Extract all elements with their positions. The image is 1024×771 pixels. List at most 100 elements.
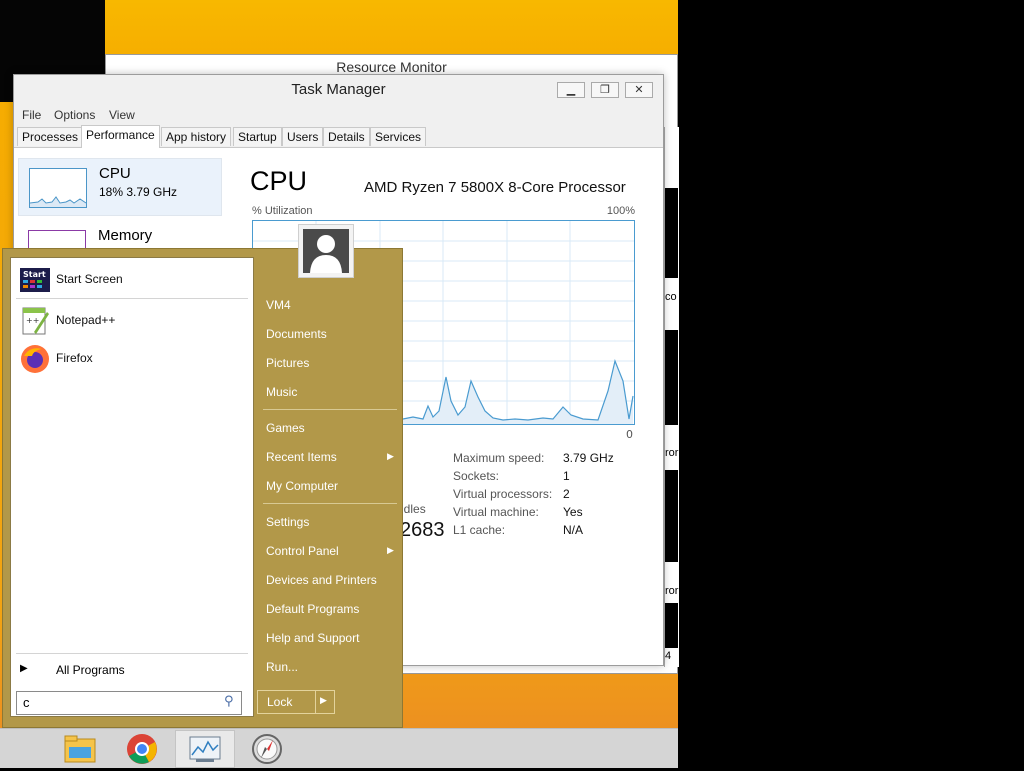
cpu-mini-graph [29,168,87,208]
start-item-label: Notepad++ [56,313,116,327]
link-pictures[interactable]: Pictures [266,356,309,370]
resource-monitor-icon [189,736,221,762]
link-default-programs[interactable]: Default Programs [266,602,359,616]
perf-item-cpu[interactable]: CPU 18% 3.79 GHz [18,158,222,216]
close-button[interactable]: ✕ [625,82,653,98]
start-item-firefox[interactable]: Firefox [16,342,248,376]
submenu-arrow-icon: ▶ [387,546,394,556]
menu-options[interactable]: Options [54,105,95,125]
perf-item-name: Memory [98,227,153,244]
link-control-panel[interactable]: Control Panel [266,544,339,558]
stat-value: 2 [563,487,570,501]
start-item-label: Firefox [56,351,93,365]
user-avatar[interactable] [298,224,354,278]
resource-monitor-graph-strip [665,188,678,278]
start-item-notepadpp[interactable]: ++ Notepad++ [16,304,248,338]
start-item-label: Start Screen [56,272,123,286]
start-menu-programs-pane: Start Start Screen ++ Notepad++ Firefox … [10,257,254,717]
resource-monitor-side-text: co [665,291,677,303]
stat-value: 1 [563,469,570,483]
taskbar-compass-app[interactable] [237,730,297,768]
start-menu: Start Start Screen ++ Notepad++ Firefox … [2,248,403,728]
chrome-icon [127,734,157,764]
cpu-model-name: AMD Ryzen 7 5800X 8-Core Processor [364,179,626,196]
link-run[interactable]: Run... [266,660,298,674]
menu-bar: File Options View [14,105,663,125]
taskbar [0,728,678,768]
stat-label: Sockets: [453,469,500,483]
lock-label: Lock [267,695,293,709]
stat-value: Yes [563,505,583,519]
all-programs-label: All Programs [56,663,125,677]
user-avatar-icon [303,229,349,273]
start-item-start-screen[interactable]: Start Start Screen [16,263,248,297]
lock-button[interactable]: Lock ▶ [257,690,335,714]
link-vm4[interactable]: VM4 [266,298,291,312]
resource-monitor-graph-strip [665,330,678,425]
graph-min-label: 0 [626,428,633,441]
submenu-arrow-icon: ▶ [387,452,394,462]
link-my-computer[interactable]: My Computer [266,479,338,493]
handles-value: 2683 [400,519,445,541]
link-music[interactable]: Music [266,385,297,399]
tab-bar: Processes Performance App history Startu… [14,125,663,148]
tab-app-history[interactable]: App history [161,127,232,146]
maximize-icon: ❐ [600,83,610,96]
resource-monitor-title: Resource Monitor [336,59,447,75]
stat-label: L1 cache: [453,523,506,537]
divider [263,409,397,410]
tab-services[interactable]: Services [370,127,427,146]
resource-monitor-side-text: 4 [665,650,672,662]
title-bar[interactable]: Task Manager ▁ ❐ ✕ [14,75,663,105]
taskbar-resource-monitor[interactable] [175,730,235,768]
resource-monitor-graph-strip [665,470,678,562]
tab-details[interactable]: Details [323,127,370,146]
close-icon: ✕ [634,83,644,96]
taskbar-file-explorer[interactable] [50,730,110,768]
stat-value: 3.79 GHz [563,451,614,465]
firefox-icon [20,344,50,374]
stat-label: Virtual processors: [453,487,553,501]
stat-label: Virtual machine: [453,505,539,519]
utilization-max-label: 100% [606,205,635,217]
divider [263,503,397,504]
link-documents[interactable]: Documents [266,327,327,341]
utilization-label: % Utilization [252,205,313,217]
resource-monitor-side-text: ror [665,447,679,459]
stat-value: N/A [563,523,584,537]
divider [315,691,316,713]
tab-performance[interactable]: Performance [81,125,160,148]
link-recent-items[interactable]: Recent Items [266,450,337,464]
maximize-button[interactable]: ❐ [591,82,619,98]
compass-icon [252,734,282,764]
resource-monitor-graph-strip [665,603,678,648]
all-programs-button[interactable]: ▶ All Programs [16,658,248,682]
perf-item-name: CPU [99,165,131,182]
link-games[interactable]: Games [266,421,305,435]
link-settings[interactable]: Settings [266,515,309,529]
link-devices-and-printers[interactable]: Devices and Printers [266,573,377,587]
link-help-and-support[interactable]: Help and Support [266,631,359,645]
svg-text:++: ++ [26,316,39,325]
svg-text:Start: Start [23,270,46,279]
start-search-input[interactable]: c ⚲ [16,691,242,715]
resource-monitor-side-text: ror [665,585,679,597]
notepadpp-icon: ++ [20,306,50,336]
tab-processes[interactable]: Processes [17,127,84,146]
minimize-icon: ▁ [566,83,576,96]
menu-view[interactable]: View [109,105,135,125]
menu-file[interactable]: File [22,105,41,125]
stat-label: Maximum speed: [453,451,545,465]
start-screen-icon: Start [20,265,50,295]
tab-startup[interactable]: Startup [233,127,282,146]
lock-options-arrow-icon[interactable]: ▶ [320,696,327,706]
perf-item-detail: 18% 3.79 GHz [99,185,178,199]
tab-users[interactable]: Users [282,127,324,146]
search-icon[interactable]: ⚲ [224,694,234,709]
divider [16,298,248,299]
minimize-button[interactable]: ▁ [557,82,585,98]
cpu-heading: CPU [250,166,308,196]
start-menu-links-pane: VM4 Documents Pictures Music Games Recen… [257,289,402,729]
taskbar-chrome[interactable] [112,730,172,768]
file-explorer-icon [64,735,96,763]
